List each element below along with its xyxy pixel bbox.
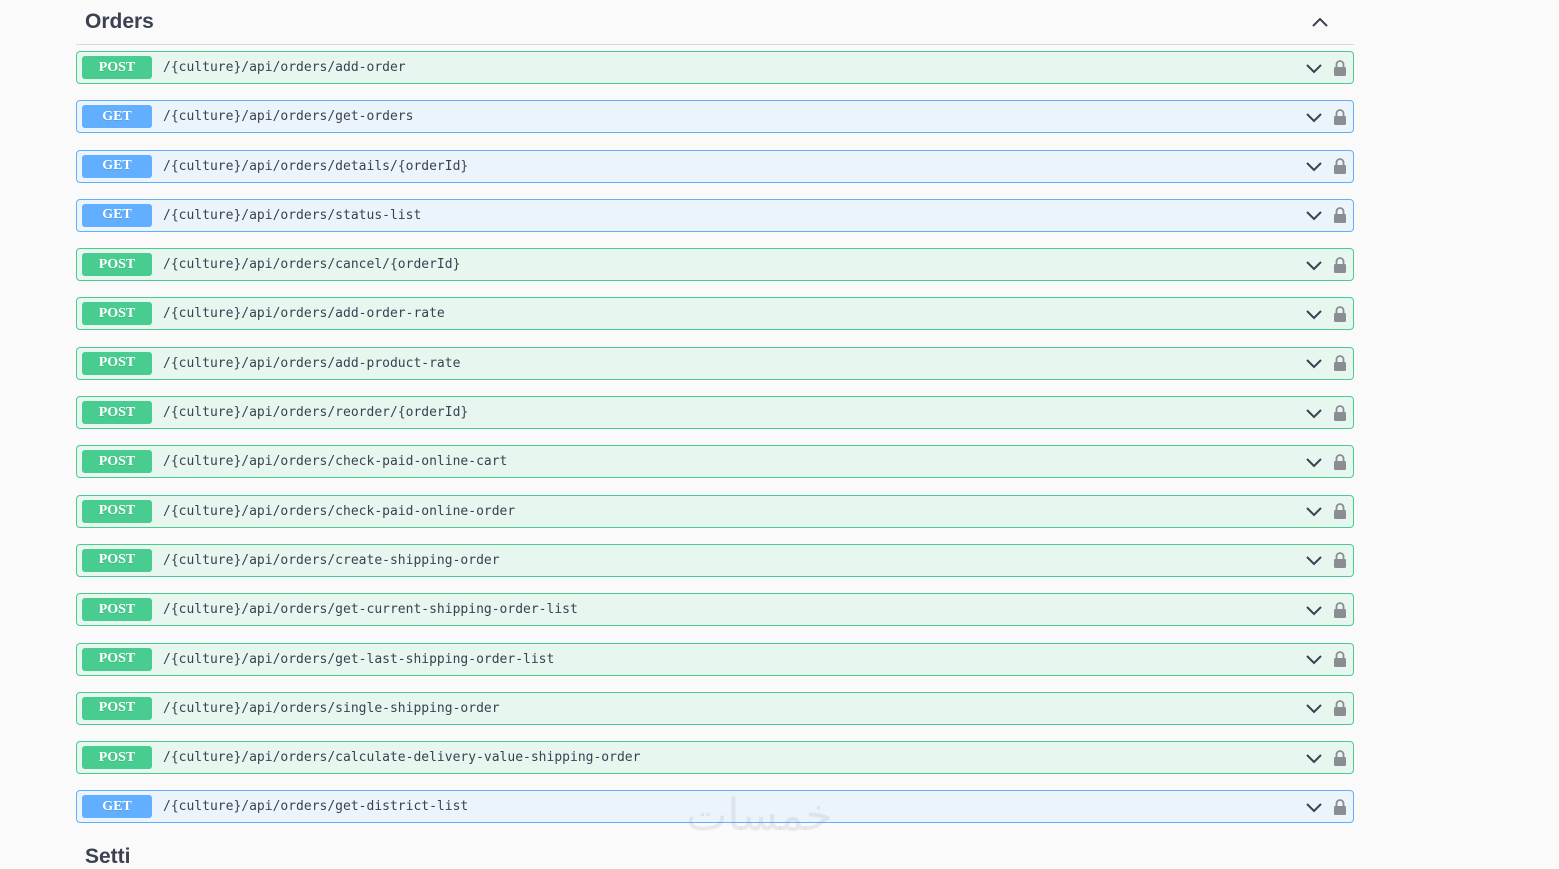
lock-icon[interactable] xyxy=(1330,107,1350,127)
lock-icon[interactable] xyxy=(1330,649,1350,669)
lock-icon[interactable] xyxy=(1330,205,1350,225)
lock-icon[interactable] xyxy=(1330,58,1350,78)
operation-row-2[interactable]: GET /{culture}/api/orders/details/{order… xyxy=(76,149,1354,183)
method-badge: POST xyxy=(82,450,152,474)
method-badge: GET xyxy=(82,203,152,227)
lock-icon[interactable] xyxy=(1330,255,1350,275)
lock-icon[interactable] xyxy=(1330,550,1350,570)
operation-path: /{culture}/api/orders/add-order xyxy=(163,60,406,75)
operation-path: /{culture}/api/orders/calculate-delivery… xyxy=(163,750,641,766)
lock-icon[interactable] xyxy=(1330,797,1350,817)
watermark-logo: خمسات xyxy=(686,790,833,841)
chevron-down-icon[interactable] xyxy=(1304,107,1324,127)
chevron-down-icon[interactable] xyxy=(1304,797,1324,817)
operation-path: /{culture}/api/orders/check-paid-online-… xyxy=(163,503,516,519)
chevron-down-icon[interactable] xyxy=(1304,353,1324,373)
chevron-down-icon[interactable] xyxy=(1304,452,1324,472)
method-badge: POST xyxy=(82,351,152,375)
operations-list: POST /{culture}/api/orders/add-order GET… xyxy=(76,51,1354,840)
lock-icon[interactable] xyxy=(1330,403,1350,423)
operation-path: /{culture}/api/orders/reorder/{orderId} xyxy=(163,405,469,421)
operation-path: /{culture}/api/orders/status-list xyxy=(163,207,422,223)
operation-row-8[interactable]: POST /{culture}/api/orders/check-paid-on… xyxy=(76,445,1354,479)
operation-path: /{culture}/api/orders/create-shipping-or… xyxy=(163,552,500,568)
method-badge: POST xyxy=(82,598,152,622)
lock-icon[interactable] xyxy=(1330,698,1350,718)
method-badge: POST xyxy=(82,548,152,572)
chevron-down-icon[interactable] xyxy=(1304,304,1324,324)
lock-icon[interactable] xyxy=(1330,156,1350,176)
chevron-down-icon[interactable] xyxy=(1304,255,1324,275)
chevron-down-icon[interactable] xyxy=(1304,501,1324,521)
operation-row-11[interactable]: POST /{culture}/api/orders/get-current-s… xyxy=(76,593,1354,627)
section-header-orders[interactable]: Orders xyxy=(76,0,1354,45)
method-badge: GET xyxy=(82,105,152,129)
next-section-title[interactable]: Setti xyxy=(85,845,131,869)
chevron-down-icon[interactable] xyxy=(1304,550,1324,570)
operation-path: /{culture}/api/orders/cancel/{orderId} xyxy=(163,257,461,273)
lock-icon[interactable] xyxy=(1330,452,1350,472)
section-title: Orders xyxy=(85,9,154,33)
operation-path: /{culture}/api/orders/add-order-rate xyxy=(163,306,445,322)
chevron-down-icon[interactable] xyxy=(1304,748,1324,768)
method-badge: POST xyxy=(82,302,152,326)
operation-path: /{culture}/api/orders/single-shipping-or… xyxy=(163,700,500,716)
operation-row-6[interactable]: POST /{culture}/api/orders/add-product-r… xyxy=(76,346,1354,380)
operation-row-0[interactable]: POST /{culture}/api/orders/add-order xyxy=(76,51,1354,84)
chevron-down-icon[interactable] xyxy=(1304,698,1324,718)
operation-path: /{culture}/api/orders/get-last-shipping-… xyxy=(163,651,555,667)
operation-path: /{culture}/api/orders/check-paid-online-… xyxy=(163,454,508,470)
operation-row-10[interactable]: POST /{culture}/api/orders/create-shippi… xyxy=(76,543,1354,577)
chevron-down-icon[interactable] xyxy=(1304,649,1324,669)
method-badge: POST xyxy=(82,401,152,425)
chevron-down-icon[interactable] xyxy=(1304,600,1324,620)
method-badge: POST xyxy=(82,56,152,79)
method-badge: POST xyxy=(82,696,152,720)
method-badge: POST xyxy=(82,746,152,770)
operation-row-4[interactable]: POST /{culture}/api/orders/cancel/{order… xyxy=(76,248,1354,282)
chevron-down-icon[interactable] xyxy=(1304,403,1324,423)
method-badge: POST xyxy=(82,499,152,523)
operation-row-14[interactable]: POST /{culture}/api/orders/calculate-del… xyxy=(76,741,1354,775)
operation-row-5[interactable]: POST /{culture}/api/orders/add-order-rat… xyxy=(76,297,1354,331)
lock-icon[interactable] xyxy=(1330,748,1350,768)
method-badge: POST xyxy=(82,253,152,277)
operation-path: /{culture}/api/orders/get-orders xyxy=(163,109,414,125)
chevron-down-icon[interactable] xyxy=(1304,205,1324,225)
operation-path: /{culture}/api/orders/details/{orderId} xyxy=(163,158,469,174)
method-badge: POST xyxy=(82,647,152,671)
operation-row-1[interactable]: GET /{culture}/api/orders/get-orders xyxy=(76,100,1354,134)
lock-icon[interactable] xyxy=(1330,600,1350,620)
lock-icon[interactable] xyxy=(1330,501,1350,521)
operation-row-13[interactable]: POST /{culture}/api/orders/single-shippi… xyxy=(76,691,1354,725)
lock-icon[interactable] xyxy=(1330,304,1350,324)
lock-icon[interactable] xyxy=(1330,353,1350,373)
operation-row-9[interactable]: POST /{culture}/api/orders/check-paid-on… xyxy=(76,494,1354,528)
operation-path: /{culture}/api/orders/add-product-rate xyxy=(163,355,461,371)
method-badge: GET xyxy=(82,795,152,819)
operation-row-7[interactable]: POST /{culture}/api/orders/reorder/{orde… xyxy=(76,396,1354,430)
operation-path: /{culture}/api/orders/get-current-shippi… xyxy=(163,602,578,618)
orders-section: Orders POST /{culture}/api/orders/add-or… xyxy=(76,0,1354,824)
operation-row-12[interactable]: POST /{culture}/api/orders/get-last-ship… xyxy=(76,642,1354,676)
chevron-up-icon[interactable] xyxy=(1308,10,1332,34)
operation-row-3[interactable]: GET /{culture}/api/orders/status-list xyxy=(76,198,1354,232)
chevron-down-icon[interactable] xyxy=(1304,156,1324,176)
method-badge: GET xyxy=(82,154,152,178)
chevron-down-icon[interactable] xyxy=(1304,58,1324,78)
